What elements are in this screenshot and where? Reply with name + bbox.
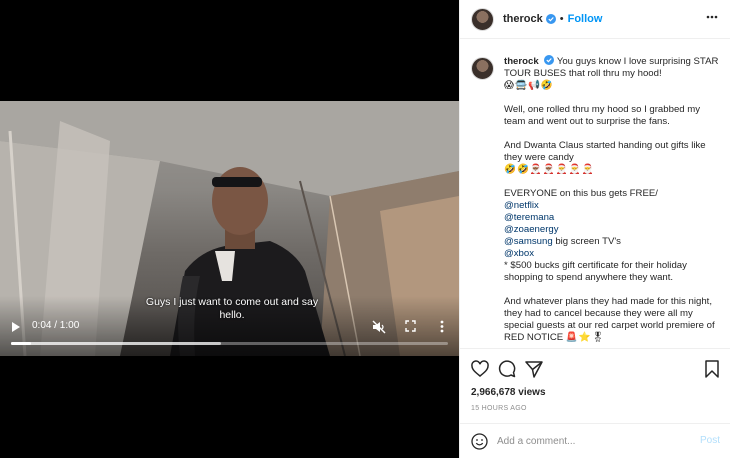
post-container: Guys I just want to come out and say hel… xyxy=(0,0,730,458)
view-count[interactable]: 2,966,678 views xyxy=(471,387,546,398)
post-timestamp[interactable]: 15 HOURS AGO xyxy=(471,405,527,412)
follow-button[interactable]: Follow xyxy=(568,13,603,25)
caption-avatar[interactable] xyxy=(471,57,494,80)
mention-line: @samsung big screen TV's xyxy=(504,236,721,248)
post-header: therock • Follow xyxy=(460,0,730,39)
video-panel[interactable]: Guys I just want to come out and say hel… xyxy=(0,0,459,458)
video-progress-bar[interactable] xyxy=(11,342,448,345)
caption-paragraph: And whatever plans they had made for thi… xyxy=(504,296,721,344)
share-icon[interactable] xyxy=(525,360,543,378)
caption-list-lead: EVERYONE on this bus gets FREE/ xyxy=(504,188,658,199)
post-actions xyxy=(460,348,730,384)
comment-input[interactable] xyxy=(497,432,687,450)
caption-area[interactable]: therock You guys know I love surprising … xyxy=(460,40,730,348)
caption-paragraph: And Dwanta Claus started handing out gif… xyxy=(504,140,721,176)
caption-username[interactable]: therock xyxy=(504,56,539,67)
emoji-picker-icon[interactable] xyxy=(471,433,488,450)
progress-played xyxy=(11,342,32,345)
post-comment-button[interactable]: Post xyxy=(700,435,720,446)
caption-intro-emojis: 😱🚍📢🤣 xyxy=(504,80,554,91)
mention-line-text: big screen TV's xyxy=(552,236,621,247)
comment-icon[interactable] xyxy=(498,360,516,378)
verified-badge-icon xyxy=(544,55,555,65)
muted-speaker-icon[interactable] xyxy=(372,320,386,334)
more-options-icon[interactable] xyxy=(440,320,444,333)
more-options-icon[interactable] xyxy=(706,15,718,19)
video-controls: 0:04 / 1:00 xyxy=(0,316,459,356)
play-icon[interactable] xyxy=(11,321,21,333)
mention-link[interactable]: @samsung xyxy=(504,236,553,247)
separator-dot: • xyxy=(559,13,564,25)
caption-intro: therock You guys know I love surprising … xyxy=(504,55,721,92)
caption-gift-line: * $500 bucks gift certificate for their … xyxy=(504,260,687,283)
post-sidebar: therock • Follow therock You guys know I… xyxy=(459,0,730,458)
caption-body: therock You guys know I love surprising … xyxy=(504,55,721,348)
bookmark-icon[interactable] xyxy=(704,360,720,378)
caption-paragraph: Well, one rolled thru my hood so I grabb… xyxy=(504,104,701,127)
caption-emojis: 🚨⭐🎖 xyxy=(565,332,605,343)
mention-link[interactable]: @zoaenergy xyxy=(504,224,721,236)
avatar[interactable] xyxy=(471,7,494,31)
video-time: 0:04 / 1:00 xyxy=(32,320,80,331)
mention-link[interactable]: @netflix xyxy=(504,200,721,212)
verified-badge-icon xyxy=(545,14,556,24)
heart-icon[interactable] xyxy=(471,360,489,378)
caption-row: therock You guys know I love surprising … xyxy=(471,55,721,348)
caption-gift-list: EVERYONE on this bus gets FREE/ @netflix… xyxy=(504,188,721,284)
progress-buffered xyxy=(11,342,221,345)
caption-paragraph-text: And Dwanta Claus started handing out gif… xyxy=(504,140,706,163)
caption-emojis: 🤣🤣🎅🏾🎅🏾🎅🎅🎅 xyxy=(504,164,595,175)
caption-paragraph-text: And whatever plans they had made for thi… xyxy=(504,296,715,343)
fullscreen-icon[interactable] xyxy=(405,320,416,332)
mention-link[interactable]: @xbox xyxy=(504,248,721,260)
header-username[interactable]: therock xyxy=(503,13,543,25)
mention-link[interactable]: @teremana xyxy=(504,212,721,224)
comment-bar: Post xyxy=(460,423,730,458)
